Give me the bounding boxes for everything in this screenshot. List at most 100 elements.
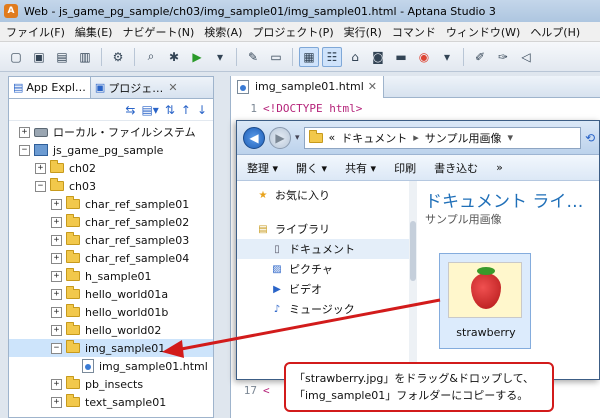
- menu-help[interactable]: ヘルプ(H): [530, 24, 580, 40]
- collapse-all-icon[interactable]: ▤▾: [141, 103, 158, 117]
- sync-icon[interactable]: ⇆: [125, 103, 135, 117]
- run-icon[interactable]: ▶: [187, 47, 207, 67]
- code-line[interactable]: 17 <: [231, 382, 270, 398]
- tree-item[interactable]: + ch02: [9, 159, 213, 177]
- collapse-icon[interactable]: −: [51, 342, 62, 354]
- nav-item[interactable]: ♪ ミュージック: [237, 299, 415, 319]
- close-icon[interactable]: ✕: [168, 81, 177, 94]
- tree-item[interactable]: + char_ref_sample02: [9, 213, 213, 231]
- expand-icon[interactable]: +: [51, 198, 62, 210]
- expand-icon[interactable]: +: [51, 288, 62, 300]
- menu-edit[interactable]: 編集(E): [75, 24, 113, 40]
- organize-button[interactable]: 整理 ▾: [247, 160, 278, 176]
- tab-app-explorer[interactable]: ▤ App Expl…: [9, 77, 91, 98]
- link-icon[interactable]: ⇅: [165, 103, 175, 117]
- expand-icon[interactable]: +: [35, 162, 46, 174]
- address-segment-documents[interactable]: ドキュメント: [341, 130, 407, 146]
- chevron-down-icon[interactable]: ▾: [507, 131, 513, 144]
- open-button[interactable]: 開く ▾: [296, 160, 327, 176]
- expand-icon[interactable]: +: [51, 324, 62, 336]
- collapse-icon[interactable]: −: [19, 144, 30, 156]
- tree-item[interactable]: + hello_world01b: [9, 303, 213, 321]
- nav-item[interactable]: ▯ ドキュメント: [237, 239, 415, 259]
- expand-icon[interactable]: +: [51, 270, 62, 282]
- debug-icon[interactable]: ✱: [164, 47, 184, 67]
- tree-item-label: char_ref_sample01: [85, 197, 190, 211]
- home-icon[interactable]: ⌂: [345, 47, 365, 67]
- dropdown-icon[interactable]: ▾: [437, 47, 457, 67]
- tree-item[interactable]: − js_game_pg_sample: [9, 141, 213, 159]
- expand-icon[interactable]: +: [51, 234, 62, 246]
- tree-item[interactable]: + text_sample01: [9, 393, 213, 411]
- explorer-content-pane: ドキュメント ライ… サンプル用画像 strawberry: [417, 181, 599, 379]
- address-field[interactable]: « ドキュメント ▸ サンプル用画像 ▾: [303, 126, 581, 149]
- collapse-icon[interactable]: −: [35, 180, 46, 192]
- expand-icon[interactable]: +: [51, 252, 62, 264]
- tree-item[interactable]: − img_sample01: [9, 339, 213, 357]
- expand-icon[interactable]: +: [51, 306, 62, 318]
- menu-file[interactable]: ファイル(F): [6, 24, 65, 40]
- prev-icon[interactable]: ◁: [516, 47, 536, 67]
- color-picker-icon[interactable]: ◉: [414, 47, 434, 67]
- expand-icon[interactable]: +: [51, 396, 62, 408]
- menu-commands[interactable]: コマンド: [392, 24, 436, 40]
- burn-button[interactable]: 書き込む: [434, 160, 478, 176]
- terminal-icon[interactable]: ▬: [391, 47, 411, 67]
- nav-item[interactable]: ▤ ライブラリ: [237, 219, 415, 239]
- close-icon[interactable]: ✕: [368, 80, 377, 93]
- save-all-icon[interactable]: ▤: [52, 47, 72, 67]
- save-icon[interactable]: ▣: [29, 47, 49, 67]
- menu-run[interactable]: 実行(R): [344, 24, 382, 40]
- tree-item[interactable]: + hello_world01a: [9, 285, 213, 303]
- recent-dropdown-icon[interactable]: ▾: [295, 133, 300, 143]
- nav-item[interactable]: ▨ ピクチャ: [237, 259, 415, 279]
- marker-icon[interactable]: ✑: [493, 47, 513, 67]
- up-arrow-icon[interactable]: ↑: [181, 103, 191, 117]
- tree-item[interactable]: + hello_world02: [9, 321, 213, 339]
- new-file-icon[interactable]: ▢: [6, 47, 26, 67]
- editor-tab-img-sample01[interactable]: img_sample01.html ✕: [231, 75, 385, 98]
- code-line[interactable]: 1 <!DOCTYPE html>: [231, 100, 362, 116]
- search-icon[interactable]: ⌕: [141, 47, 161, 67]
- tab-project-explorer[interactable]: ▣ プロジェ… ✕: [91, 77, 182, 98]
- layout-grid-icon[interactable]: ▦: [299, 46, 319, 67]
- edit-icon[interactable]: ✎: [243, 47, 263, 67]
- down-arrow-icon[interactable]: ↓: [197, 103, 207, 117]
- menu-search[interactable]: 検索(A): [204, 24, 242, 40]
- tree-item[interactable]: + char_ref_sample03: [9, 231, 213, 249]
- tree-item[interactable]: + ローカル・ファイルシステム: [9, 123, 213, 141]
- address-segment-sample-images[interactable]: サンプル用画像: [425, 130, 502, 146]
- refresh-icon[interactable]: ⟲: [585, 131, 595, 145]
- expand-icon[interactable]: +: [51, 216, 62, 228]
- menu-window[interactable]: ウィンドウ(W): [446, 24, 520, 40]
- more-commands-button[interactable]: »: [496, 161, 503, 174]
- print-icon[interactable]: ▥: [75, 47, 95, 67]
- print-button[interactable]: 印刷: [394, 160, 416, 176]
- tree-item-label: pb_insects: [85, 377, 144, 391]
- pen-icon[interactable]: ✐: [470, 47, 490, 67]
- open-folder-icon[interactable]: ▭: [266, 47, 286, 67]
- tree-item[interactable]: + h_sample01: [9, 267, 213, 285]
- share-button[interactable]: 共有 ▾: [345, 160, 376, 176]
- menu-project[interactable]: プロジェクト(P): [252, 24, 333, 40]
- nav-pane-scrollbar[interactable]: [409, 181, 417, 379]
- tree-item[interactable]: − ch03: [9, 177, 213, 195]
- image-icon[interactable]: ◙: [368, 47, 388, 67]
- forward-arrow-icon[interactable]: ▶: [269, 126, 291, 149]
- expand-icon[interactable]: +: [19, 126, 30, 138]
- settings-gear-icon[interactable]: ⚙: [108, 47, 128, 67]
- tree-item[interactable]: + char_ref_sample04: [9, 249, 213, 267]
- nav-item[interactable]: ▶ ビデオ: [237, 279, 415, 299]
- tree-item[interactable]: + pb_insects: [9, 375, 213, 393]
- run-dropdown-icon[interactable]: ▾: [210, 47, 230, 67]
- expand-icon[interactable]: +: [51, 378, 62, 390]
- nav-item[interactable]: ★ お気に入り: [237, 185, 415, 205]
- strawberry-file-item[interactable]: strawberry: [439, 253, 531, 349]
- scrollbar-thumb[interactable]: [410, 221, 416, 281]
- menu-navigate[interactable]: ナビゲート(N): [122, 24, 194, 40]
- tree-item-label: hello_world01b: [85, 305, 169, 319]
- tree-item[interactable]: img_sample01.html: [9, 357, 213, 375]
- tree-item[interactable]: + char_ref_sample01: [9, 195, 213, 213]
- back-arrow-icon[interactable]: ◀: [243, 126, 265, 149]
- file-tree-icon[interactable]: ☷: [322, 46, 342, 67]
